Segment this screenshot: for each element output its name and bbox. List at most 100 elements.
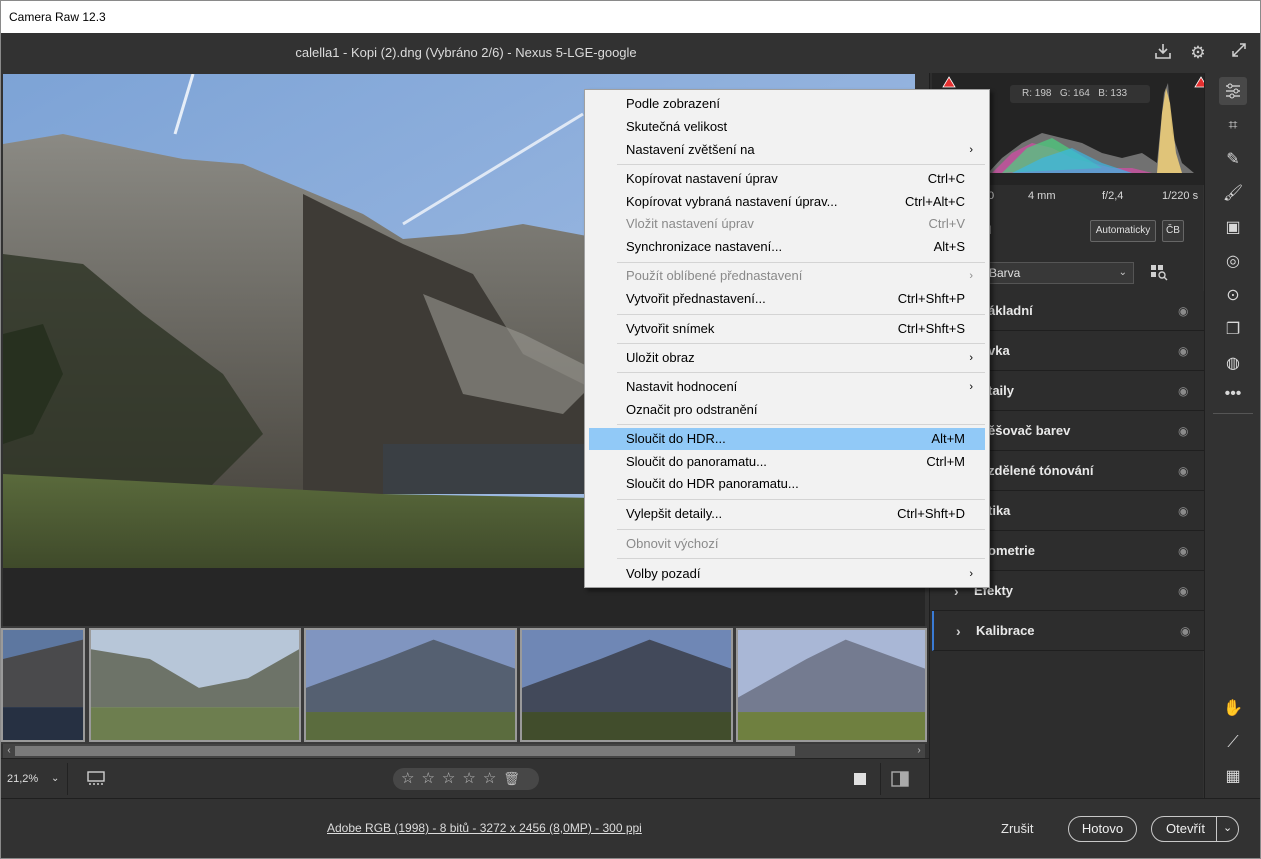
- workflow-options-link[interactable]: Adobe RGB (1998) - 8 bitů - 3272 x 2456 …: [327, 821, 642, 835]
- star-icon[interactable]: ☆: [462, 770, 482, 787]
- gradient-icon[interactable]: ▣: [1219, 214, 1247, 242]
- eye-icon[interactable]: ◉: [1178, 291, 1188, 331]
- eye-icon[interactable]: ◉: [1178, 411, 1188, 451]
- healing-icon[interactable]: ✎: [1219, 146, 1247, 174]
- eye-icon[interactable]: ◉: [1178, 491, 1188, 531]
- star-icon[interactable]: ☆: [483, 770, 503, 787]
- menu-item-shortcut: Ctrl+Alt+C: [905, 194, 965, 209]
- chevron-down-icon[interactable]: ⌄: [1223, 816, 1232, 840]
- red-eye-icon[interactable]: ⊙: [1219, 282, 1247, 310]
- menu-item-copy-selected-settings[interactable]: Kopírovat vybraná nastavení úprav... Ctr…: [589, 191, 985, 213]
- menu-item-merge-hdr-panorama[interactable]: Sloučit do HDR panoramatu...: [589, 473, 985, 495]
- gear-icon[interactable]: ⚙: [1187, 42, 1209, 64]
- filmstrip-thumbnail[interactable]: [1, 628, 85, 742]
- panel-calibration[interactable]: › Kalibrace ◉: [932, 611, 1204, 651]
- menu-item-actual-size[interactable]: Skutečná velikost: [589, 116, 985, 138]
- menu-item-shortcut: Ctrl+Shft+S: [897, 321, 965, 336]
- divider: [1216, 817, 1217, 841]
- star-icon[interactable]: ☆: [401, 770, 421, 787]
- menu-item-label: Podle zobrazení: [626, 96, 720, 111]
- menu-item-create-snapshot[interactable]: Vytvořit snímek Ctrl+Shft+S: [589, 318, 985, 340]
- filmstrip-scrollbar[interactable]: ‹ ›: [3, 744, 925, 758]
- menu-item-create-preset[interactable]: Vytvořit přednastavení... Ctrl+Shft+P: [589, 288, 985, 310]
- menu-separator: [617, 558, 985, 559]
- menu-separator: [617, 343, 985, 344]
- menu-item-fit-view[interactable]: Podle zobrazení: [589, 93, 985, 115]
- open-button-label: Otevřít: [1166, 821, 1206, 836]
- menu-item-copy-settings[interactable]: Kopírovat nastavení úprav Ctrl+C: [589, 168, 985, 190]
- hand-icon[interactable]: ✋: [1219, 695, 1247, 723]
- fullscreen-icon[interactable]: [1228, 42, 1250, 64]
- filmstrip-thumbnail[interactable]: [89, 628, 301, 742]
- star-icon[interactable]: ☆: [421, 770, 441, 787]
- profile-browser-icon[interactable]: [1150, 263, 1168, 281]
- eye-icon[interactable]: ◉: [1178, 571, 1188, 611]
- window-titlebar: Camera Raw 12.3: [1, 1, 1260, 33]
- trash-icon[interactable]: 🗑: [503, 771, 527, 786]
- profile-value: Barva: [989, 266, 1021, 280]
- menu-item-label: Uložit obraz: [626, 350, 695, 365]
- more-icon[interactable]: •••: [1219, 380, 1247, 408]
- rating-stars[interactable]: ☆☆☆☆☆🗑: [393, 768, 539, 790]
- eye-icon[interactable]: ◉: [1178, 371, 1188, 411]
- menu-item-save-image[interactable]: Uložit obraz ›: [589, 347, 985, 369]
- menu-item-label: Vytvořit snímek: [626, 321, 715, 336]
- menu-item-label: Kopírovat vybraná nastavení úprav...: [626, 194, 838, 209]
- radial-filter-icon[interactable]: ◎: [1219, 248, 1247, 276]
- panel-label: vka: [988, 343, 1010, 358]
- menu-item-paste-settings[interactable]: Vložit nastavení úprav Ctrl+V: [589, 213, 985, 235]
- menu-item-mark-for-deletion[interactable]: Označit pro odstranění: [589, 399, 985, 421]
- menu-item-apply-favorite-preset[interactable]: Použít oblíbené přednastavení ›: [589, 265, 985, 287]
- menu-item-label: Obnovit výchozí: [626, 536, 719, 551]
- done-button[interactable]: Hotovo: [1068, 816, 1137, 842]
- menu-item-sync-settings[interactable]: Synchronizace nastavení... Alt+S: [589, 236, 985, 258]
- menu-item-label: Nastavení zvětšení na: [626, 142, 755, 157]
- menu-item-merge-hdr[interactable]: Sloučit do HDR... Alt+M: [589, 428, 985, 450]
- black-white-button[interactable]: ČB: [1162, 220, 1184, 242]
- scroll-left-icon[interactable]: ‹: [3, 744, 15, 758]
- eye-icon[interactable]: ◉: [1178, 531, 1188, 571]
- menu-item-label: Kopírovat nastavení úprav: [626, 171, 778, 186]
- single-view-icon[interactable]: [853, 772, 867, 786]
- filmstrip-thumbnail[interactable]: [520, 628, 733, 742]
- cancel-button[interactable]: Zrušit: [1001, 817, 1034, 841]
- chevron-down-icon: ⌄: [1118, 267, 1127, 278]
- menu-item-shortcut: Ctrl+V: [928, 216, 965, 231]
- before-after-icon[interactable]: [891, 770, 909, 788]
- auto-button[interactable]: Automaticky: [1090, 220, 1156, 242]
- menu-item-background-options[interactable]: Volby pozadí ›: [589, 563, 985, 585]
- brush-icon[interactable]: 🖌: [1219, 180, 1247, 208]
- white-balance-icon[interactable]: ⟋: [1219, 729, 1247, 757]
- menu-item-enhance-details[interactable]: Vylepšit detaily... Ctrl+Shft+D: [589, 503, 985, 525]
- zoom-level-select[interactable]: 21,2% ⌄: [7, 769, 67, 789]
- eye-icon[interactable]: ◉: [1178, 451, 1188, 491]
- menu-item-merge-panorama[interactable]: Sloučit do panoramatu... Ctrl+M: [589, 451, 985, 473]
- edit-sliders-icon[interactable]: [1219, 77, 1247, 105]
- grid-icon[interactable]: ▦: [1219, 763, 1247, 791]
- menu-item-label: Nastavit hodnocení: [626, 379, 738, 394]
- snapshots-icon[interactable]: ❐: [1219, 316, 1247, 344]
- menu-item-zoom-to[interactable]: Nastavení zvětšení na ›: [589, 139, 985, 161]
- scrollbar-thumb[interactable]: [15, 746, 795, 756]
- menu-item-set-rating[interactable]: Nastavit hodnocení ›: [589, 376, 985, 398]
- profile-select[interactable]: Barva ⌄: [982, 262, 1134, 284]
- save-image-icon[interactable]: [1152, 42, 1174, 64]
- divider: [1213, 413, 1253, 414]
- menu-separator: [617, 372, 985, 373]
- presets-icon[interactable]: ◍: [1219, 350, 1247, 378]
- menu-separator: [617, 164, 985, 165]
- star-icon[interactable]: ☆: [442, 770, 462, 787]
- chevron-right-icon: ›: [956, 623, 961, 639]
- panel-label: taily: [988, 383, 1015, 398]
- crop-icon[interactable]: ⌗: [1219, 112, 1247, 140]
- filmstrip-thumbnail[interactable]: [736, 628, 927, 742]
- open-button[interactable]: Otevřít ⌄: [1151, 816, 1239, 842]
- scroll-right-icon[interactable]: ›: [913, 744, 925, 758]
- panel-label: tika: [988, 503, 1011, 518]
- filmstrip-thumbnail[interactable]: [304, 628, 517, 742]
- eye-icon[interactable]: ◉: [1178, 331, 1188, 371]
- menu-item-reset-default[interactable]: Obnovit výchozí: [589, 533, 985, 555]
- panel-label: zdělené tónování: [988, 463, 1094, 478]
- filmstrip-options-icon[interactable]: [87, 770, 109, 788]
- eye-icon[interactable]: ◉: [1180, 611, 1190, 651]
